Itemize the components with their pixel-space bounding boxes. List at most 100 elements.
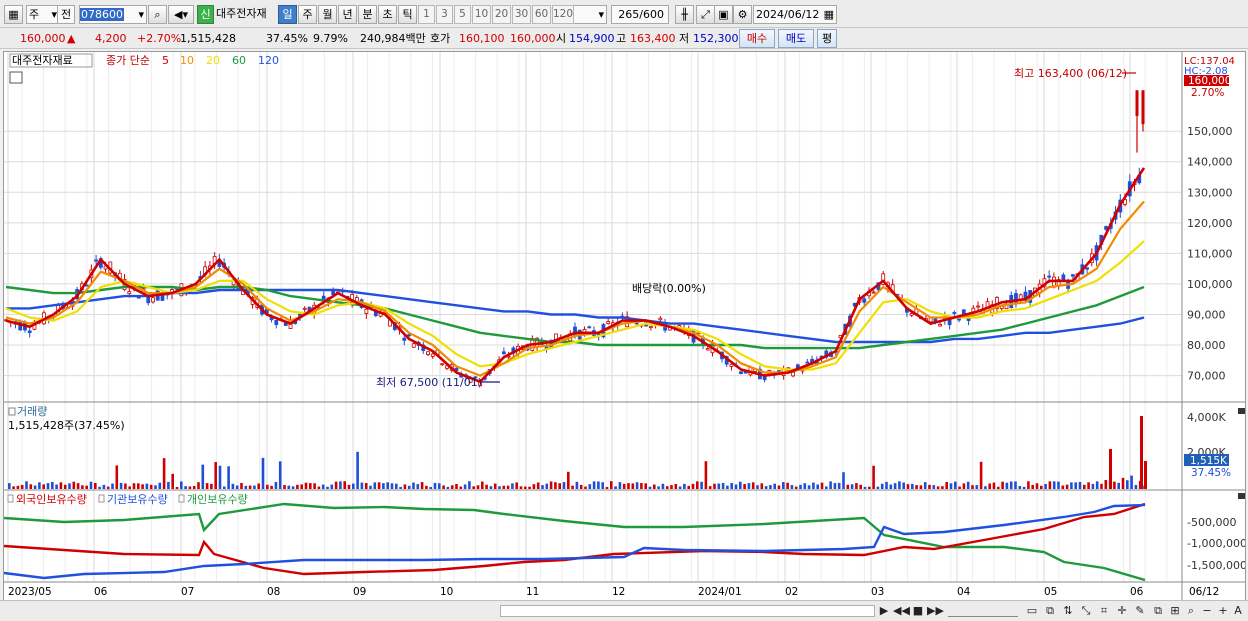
save-icon[interactable]: ▣	[714, 5, 733, 24]
close-icon	[1238, 408, 1245, 414]
volume-bar	[1121, 477, 1125, 489]
volume-bar	[846, 484, 850, 489]
scrollbar-track[interactable]	[500, 605, 875, 617]
rewind-icon[interactable]: ◀◀	[893, 604, 910, 618]
zoom-out-icon[interactable]: −	[1200, 604, 1214, 618]
copy-icon[interactable]: ⧉	[1043, 604, 1057, 618]
gear-icon[interactable]: ⚙	[733, 5, 752, 24]
interval-custom-select[interactable]: ▾	[571, 5, 607, 24]
price-tick-label: 90,000	[1187, 308, 1226, 321]
window-icon[interactable]: ⧉	[1151, 604, 1165, 618]
prev-button[interactable]: 전	[57, 5, 75, 24]
candle-body	[430, 353, 435, 357]
volume-bar	[111, 483, 114, 489]
price-tick-label: 130,000	[1187, 186, 1233, 199]
magnifier-icon[interactable]: ⌕	[1184, 604, 1198, 618]
candle-body	[871, 291, 876, 294]
stop-icon[interactable]: ■	[911, 604, 925, 618]
new-listing-badge[interactable]: 신	[197, 5, 214, 24]
period-tab-2[interactable]: 월	[318, 5, 337, 24]
volume-bar	[971, 485, 974, 489]
period-tab-1[interactable]: 주	[298, 5, 317, 24]
volume-bar	[1113, 481, 1116, 489]
interval-button-5[interactable]: 5	[454, 5, 471, 24]
period-tab-0[interactable]: 일	[278, 5, 297, 24]
chart-type-select[interactable]: 주 ▾	[26, 5, 60, 24]
stock-code-input[interactable]: 078600 ▾	[79, 5, 147, 24]
volume-bar	[498, 486, 501, 489]
line-tool-icon[interactable]: ⤢	[696, 5, 715, 24]
zoom-slider[interactable]	[948, 605, 1018, 617]
volume-bar	[1044, 483, 1047, 489]
volume-bar	[343, 481, 346, 489]
volume-bar	[588, 484, 592, 489]
chart-menu-icon[interactable]: ▦	[4, 5, 23, 24]
current-price: 160,000	[20, 32, 66, 45]
volume-value: 1,515,428	[180, 32, 236, 45]
crosshair-icon[interactable]: ✛	[1115, 604, 1129, 618]
interval-button-10[interactable]: 10	[472, 5, 491, 24]
volume-bar	[524, 486, 527, 489]
volume-bar	[627, 483, 630, 489]
volume-bar	[704, 461, 708, 489]
volume-bar	[1144, 461, 1147, 489]
ma-legend-120: 120	[258, 54, 279, 67]
volume-bar	[743, 484, 746, 489]
volume-bar	[162, 458, 166, 489]
volume-bar	[949, 483, 953, 489]
date-input[interactable]: 2024/06/12 ▦	[753, 5, 837, 24]
auto-scale-icon[interactable]: A	[1231, 604, 1245, 618]
volume-bar	[377, 482, 381, 489]
forward-icon[interactable]: ▶▶	[927, 604, 944, 618]
candle-icon[interactable]: ╫	[675, 5, 694, 24]
volume-bar	[476, 485, 480, 489]
note-icon[interactable]: ✎	[1133, 604, 1147, 618]
candle-body	[1141, 90, 1145, 125]
volume-bar	[1126, 480, 1129, 489]
compare-icon[interactable]: ⇅	[1061, 604, 1075, 618]
interval-button-20[interactable]: 20	[492, 5, 511, 24]
sell-button[interactable]: 매도	[778, 29, 814, 48]
grid-icon[interactable]: ⊞	[1168, 604, 1182, 618]
avg-button[interactable]: 평	[817, 29, 837, 48]
chart-canvas[interactable]: 150,000 140,000 130,000 120,000 110,000 100,0…	[3, 52, 1247, 600]
layout-icon[interactable]: ▭	[1025, 604, 1039, 618]
fibo-icon[interactable]: ⌗	[1097, 604, 1111, 618]
volume-bar	[820, 482, 824, 489]
period-tab-6[interactable]: 틱	[398, 5, 417, 24]
volume-pct-tag: 37.45%	[1191, 467, 1231, 479]
volume-bar	[506, 485, 510, 489]
period-tab-5[interactable]: 초	[378, 5, 397, 24]
volume-bar	[661, 483, 665, 489]
buy-button[interactable]: 매수	[739, 29, 775, 48]
interval-button-30[interactable]: 30	[512, 5, 531, 24]
volume-bar	[46, 483, 50, 489]
candle-body	[658, 317, 663, 321]
volume-bar	[1100, 483, 1103, 489]
interval-button-1[interactable]: 1	[418, 5, 435, 24]
trend-icon[interactable]: ⤡	[1079, 604, 1093, 618]
open-price: 154,900	[569, 32, 615, 45]
play-icon[interactable]: ▶	[877, 604, 891, 618]
holding-tick-label: -1,000,000	[1187, 537, 1245, 550]
interval-button-60[interactable]: 60	[532, 5, 551, 24]
interval-button-120[interactable]: 120	[552, 5, 574, 24]
chart-area[interactable]: 150,000 140,000 130,000 120,000 110,000 100,0…	[3, 51, 1247, 601]
volume-bar	[175, 486, 179, 489]
volume-bar	[833, 483, 837, 489]
zoom-in-icon[interactable]: +	[1216, 604, 1230, 618]
period-tab-4[interactable]: 분	[358, 5, 377, 24]
chevron-down-icon: ▾	[598, 8, 604, 21]
volume-bar	[227, 466, 230, 489]
volume-bar	[446, 486, 450, 489]
candle-body	[909, 313, 914, 316]
search-icon[interactable]: ⌕	[148, 5, 167, 24]
moving-average-lines	[5, 167, 1146, 384]
interval-button-3[interactable]: 3	[436, 5, 453, 24]
candle-body	[411, 343, 416, 348]
period-tab-3[interactable]: 년	[338, 5, 357, 24]
speaker-icon[interactable]: ◀▾	[168, 5, 194, 24]
count-input[interactable]: 265/600	[611, 5, 669, 24]
holding-lines	[3, 502, 1146, 582]
volume-bar	[605, 486, 609, 489]
